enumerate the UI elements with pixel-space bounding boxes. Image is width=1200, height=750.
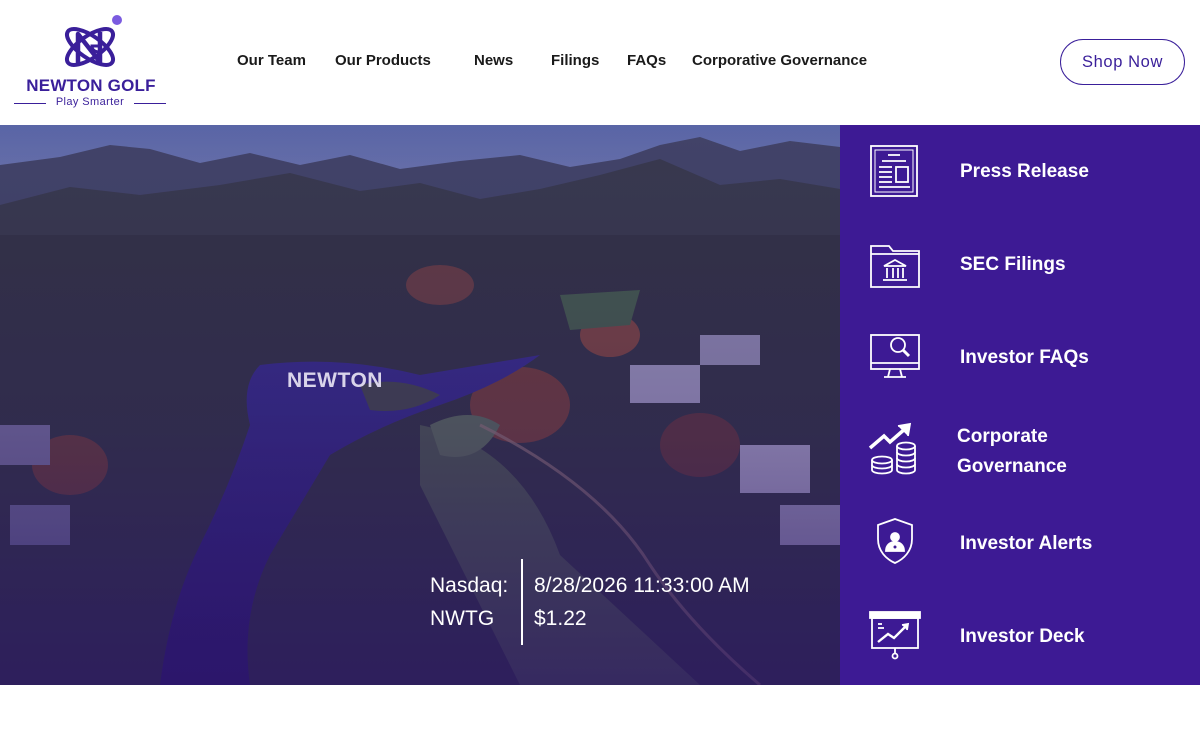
investor-faqs-link[interactable]: Investor FAQs <box>840 311 1200 404</box>
shop-now-button[interactable]: Shop Now <box>1060 39 1185 85</box>
ticker-exchange: Nasdaq: <box>430 574 509 597</box>
corporate-governance-label: Corporate Governance <box>957 426 1067 477</box>
investor-faqs-label: Investor FAQs <box>960 347 1089 368</box>
press-release-label: Press Release <box>960 161 1089 182</box>
growth-coins-icon <box>868 422 924 478</box>
investor-alerts-label: Investor Alerts <box>960 533 1093 554</box>
investor-links-panel: Press Release SEC Filings Investor FAQs … <box>840 125 1200 685</box>
press-release-link[interactable]: Press Release <box>840 125 1200 218</box>
hero-video: NEWTON Nasdaq: NWTG 8/28/2026 11:33:00 A… <box>0 125 840 685</box>
brand-name: NEWTON GOLF <box>26 76 156 95</box>
stock-ticker: Nasdaq: NWTG 8/28/2026 11:33:00 AM $1.22 <box>430 559 810 645</box>
nav-filings[interactable]: Filings <box>551 52 599 69</box>
ticker-timestamp: 8/28/2026 11:33:00 AM <box>534 574 750 597</box>
hero-overlay-label: NEWTON <box>287 369 383 392</box>
nav-faqs[interactable]: FAQs <box>627 52 666 69</box>
nav-corporative-governance[interactable]: Corporative Governance <box>692 52 867 69</box>
presentation-chart-icon <box>868 608 924 664</box>
ticker-price: $1.22 <box>534 607 587 630</box>
logo-mark-icon <box>65 15 122 67</box>
investor-deck-label: Investor Deck <box>960 626 1085 647</box>
investor-alerts-link[interactable]: Investor Alerts <box>840 497 1200 590</box>
sec-filings-link[interactable]: SEC Filings <box>840 218 1200 311</box>
nav-our-products[interactable]: Our Products <box>335 52 431 69</box>
shield-user-icon <box>868 515 924 571</box>
tagline-rule-left <box>14 103 46 104</box>
monitor-search-icon <box>868 329 924 385</box>
brand-tagline: Play Smarter <box>55 96 125 108</box>
ticker-divider <box>521 559 523 645</box>
nav-news[interactable]: News <box>474 52 513 69</box>
sec-filings-label: SEC Filings <box>960 254 1066 275</box>
brand-tagline-row: Play Smarter <box>14 96 166 110</box>
newton-golf-logo[interactable]: NEWTON GOLF Play Smarter <box>12 12 170 114</box>
tagline-rule-right <box>134 103 166 104</box>
bank-folder-icon <box>868 236 924 292</box>
site-header: NEWTON GOLF Play Smarter Our Team Our Pr… <box>0 0 1200 125</box>
investor-deck-link[interactable]: Investor Deck <box>840 590 1200 683</box>
ticker-symbol: NWTG <box>430 607 495 630</box>
corporate-governance-link[interactable]: Corporate Governance <box>840 404 1200 497</box>
newspaper-icon <box>868 143 924 199</box>
nav-our-team[interactable]: Our Team <box>237 52 306 69</box>
